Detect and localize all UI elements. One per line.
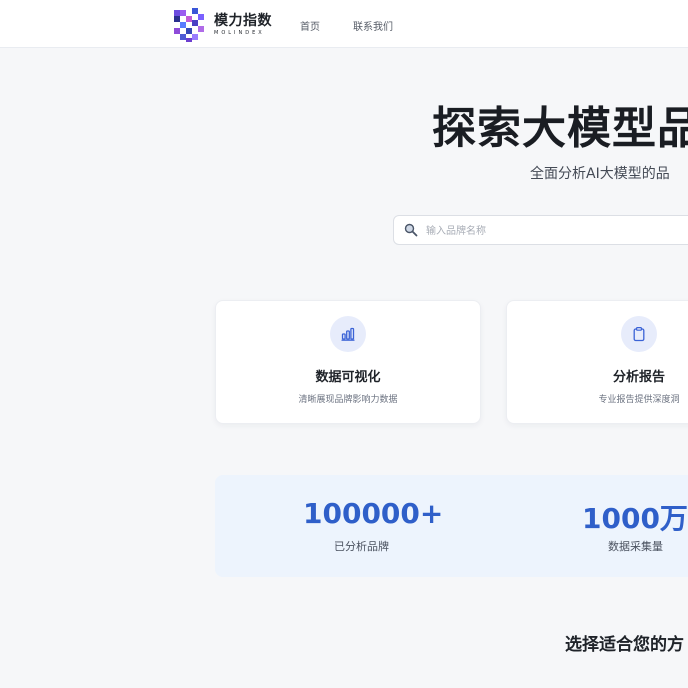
plans-section-heading: 选择适合您的方 bbox=[565, 635, 684, 655]
stat-value-brands: 100000+ bbox=[303, 497, 444, 530]
feature-card-visualization[interactable]: 数据可视化 清晰展现品牌影响力数据 bbox=[215, 300, 481, 424]
logo-name-cn: 模力指数 bbox=[214, 13, 272, 29]
stat-label-data: 数据采集量 bbox=[608, 540, 663, 553]
hero-subtitle: 全面分析AI大模型的品 bbox=[530, 166, 670, 182]
feature-card-report[interactable]: 分析报告 专业报告提供深度洞 bbox=[506, 300, 688, 424]
feature-description: 清晰展现品牌影响力数据 bbox=[298, 395, 398, 405]
stat-value-data: 1000万+ bbox=[582, 502, 688, 535]
brand-search-input[interactable] bbox=[424, 216, 688, 246]
feature-icon-circle bbox=[621, 316, 657, 352]
magnifier-icon bbox=[404, 223, 418, 237]
logo-name-en: MOLINDEX bbox=[214, 30, 265, 36]
stats-banner: 100000+ 已分析品牌 1000万+ 数据采集量 bbox=[215, 475, 688, 577]
logo-wordmark: 模力指数 MOLINDEX bbox=[214, 14, 272, 36]
top-header: 模力指数 MOLINDEX 首页 联系我们 bbox=[0, 0, 688, 48]
pixel-mosaic-logo-icon bbox=[174, 8, 204, 42]
stat-label-brands: 已分析品牌 bbox=[334, 540, 389, 553]
feature-title: 分析报告 bbox=[612, 370, 665, 385]
feature-title: 数据可视化 bbox=[315, 370, 381, 385]
clipboard-icon bbox=[633, 327, 645, 342]
feature-description: 专业报告提供深度洞 bbox=[598, 395, 680, 405]
feature-icon-circle bbox=[330, 316, 366, 352]
nav-contact-link[interactable]: 联系我们 bbox=[353, 18, 393, 33]
page: 模力指数 MOLINDEX 首页 联系我们 探索大模型品 全面分析AI大模型的品… bbox=[0, 0, 688, 688]
search-box[interactable] bbox=[393, 215, 688, 246]
bar-chart-icon bbox=[341, 327, 355, 341]
nav-home-link[interactable]: 首页 bbox=[300, 18, 320, 33]
brand-logo[interactable]: 模力指数 MOLINDEX bbox=[172, 6, 272, 44]
hero-title: 探索大模型品 bbox=[432, 103, 688, 154]
